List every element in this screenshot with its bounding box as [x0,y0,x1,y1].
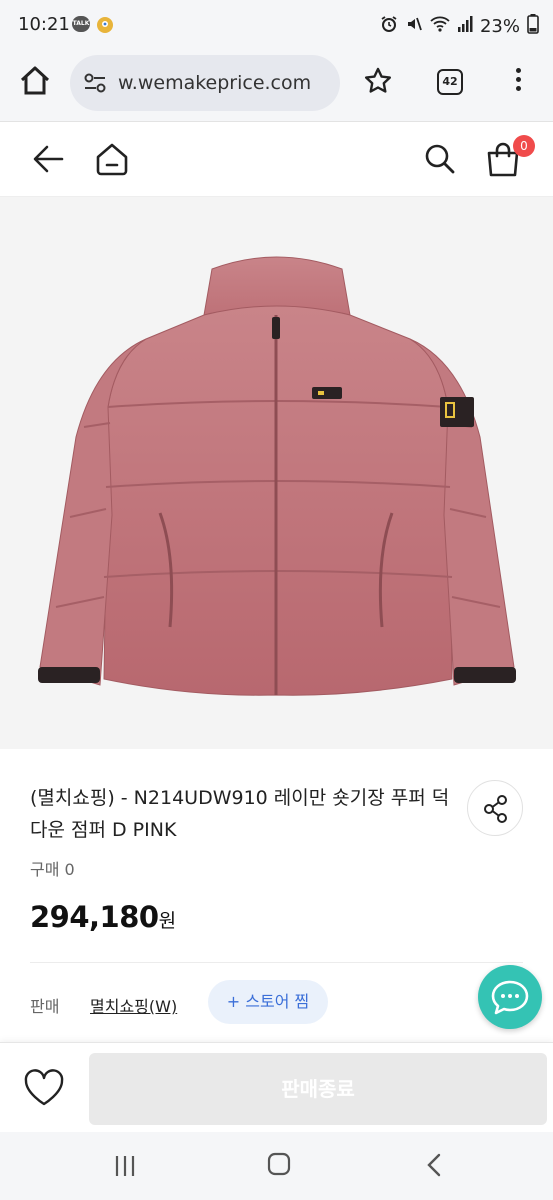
location-icon [96,16,114,38]
back-arrow-icon[interactable] [32,143,64,179]
bookmark-star-icon[interactable] [363,66,393,100]
more-icon[interactable] [510,68,526,98]
price-unit: 원 [158,910,177,932]
product-image[interactable] [0,197,553,749]
battery-percent: 23% [479,16,520,37]
chat-button[interactable] [478,965,542,1029]
wifi-icon [430,15,450,38]
bottom-action-bar: 판매종료 [0,1042,553,1132]
purchase-count: 구매 0 [30,860,75,879]
system-nav-bar [0,1132,553,1200]
tune-icon[interactable] [82,71,108,99]
signal-icon [457,15,473,38]
divider [30,962,523,963]
seller-name-link[interactable]: 멸치쇼핑(W) [90,993,177,1017]
price-value: 294,180 [30,900,159,934]
app-header: 0 [0,123,553,197]
store-follow-button[interactable]: + 스토어 찜 [208,980,328,1024]
cart-icon[interactable]: 0 [485,135,535,181]
sold-out-button[interactable]: 판매종료 [89,1053,547,1125]
status-time: 10:21 [18,14,70,35]
price: 294,180원 [30,900,176,934]
alarm-icon [380,15,398,38]
chat-bubble-icon [491,980,529,1015]
url-text[interactable]: w.wemakeprice.com [118,72,311,94]
browser-toolbar: w.wemakeprice.com 42 [0,50,553,122]
cart-count-badge: 0 [513,135,535,157]
product-title: (멸치쇼핑) - N214UDW910 레이만 숏기장 푸퍼 덕 다운 점퍼 D… [30,787,450,841]
tabs-counter[interactable]: 42 [437,69,463,95]
product-info: (멸치쇼핑) - N214UDW910 레이만 숏기장 푸퍼 덕 다운 점퍼 D… [0,750,553,1040]
battery-icon [527,14,539,39]
system-home-icon[interactable] [267,1152,291,1180]
wishlist-heart-icon[interactable] [22,1067,66,1109]
share-button[interactable] [467,780,523,836]
browser-home-icon[interactable] [18,64,52,98]
talk-icon: TALK [72,16,90,32]
status-bar: 10:21 TALK 23% [0,0,553,50]
seller-label: 판매 [30,997,60,1016]
address-bar[interactable]: w.wemakeprice.com [70,55,340,111]
system-back-icon[interactable] [424,1152,444,1182]
recents-icon[interactable] [113,1154,137,1182]
home-icon[interactable] [94,141,130,181]
search-icon[interactable] [424,143,456,179]
mute-icon [405,15,423,38]
share-icon [484,795,507,823]
pink-puffer-jacket-image [38,256,516,696]
